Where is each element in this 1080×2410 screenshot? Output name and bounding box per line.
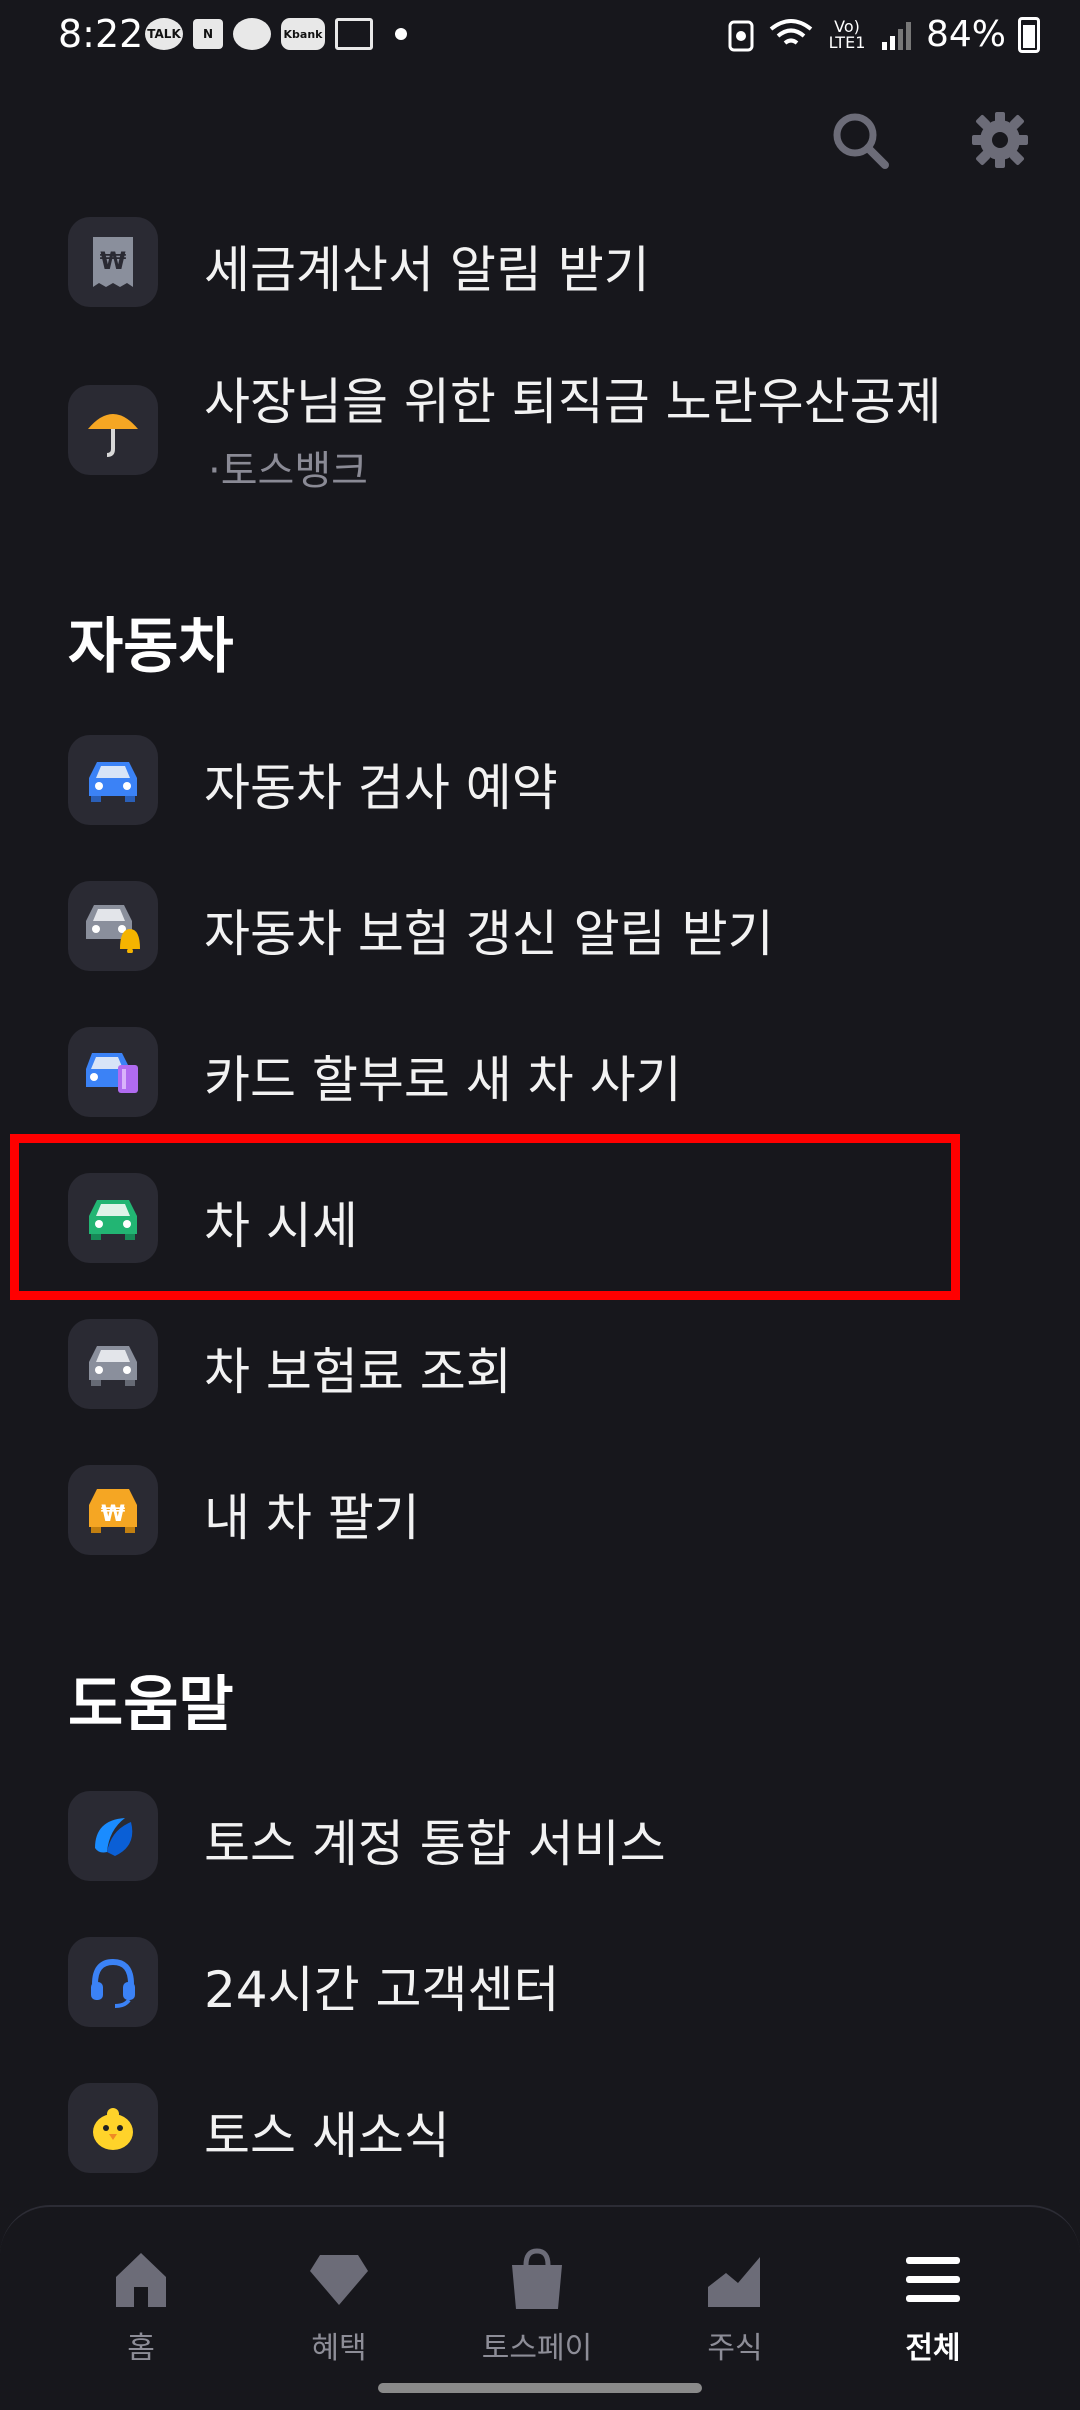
svg-text:₩: ₩ xyxy=(101,1502,125,1527)
headset-icon xyxy=(91,1958,135,2008)
item-label: 24시간 고객센터 xyxy=(204,1961,560,2019)
green-car-icon xyxy=(89,1200,137,1240)
gear-icon xyxy=(972,112,1028,168)
card-icon xyxy=(335,18,373,50)
kakaotalk-icon: TALK xyxy=(145,18,183,50)
nav-stocks[interactable]: 주식 xyxy=(640,2227,830,2377)
nav-label: 주식 xyxy=(707,2331,763,2366)
svg-text:₩: ₩ xyxy=(100,247,127,275)
menu-icon xyxy=(906,2257,960,2302)
list-item-toss-account[interactable]: 토스 계정 통합 서비스 xyxy=(0,1766,1080,1906)
item-label: 세금계산서 알림 받기 xyxy=(204,241,650,299)
naver-icon: N xyxy=(193,19,223,49)
item-icon-box xyxy=(68,735,158,825)
bottom-nav: 홈 혜택 토스페이 주식 전체 xyxy=(0,2205,1080,2410)
car-card-icon xyxy=(86,1053,138,1093)
car-bell-icon xyxy=(86,905,140,953)
item-icon-box xyxy=(68,1027,158,1117)
status-app-icons: TALK N Kbank xyxy=(145,18,407,50)
nav-home[interactable]: 홈 xyxy=(46,2227,236,2377)
recycle-battery-icon xyxy=(728,20,754,51)
nav-tosspay[interactable]: 토스페이 xyxy=(442,2227,632,2377)
status-bar: 8:22 TALK N Kbank Vo) LTE1 84% xyxy=(0,0,1080,72)
home-indicator[interactable] xyxy=(378,2383,702,2393)
network-label: Vo) LTE1 xyxy=(828,16,866,52)
status-time: 8:22 xyxy=(58,12,144,56)
header-actions xyxy=(820,100,1040,180)
nav-label: 혜택 xyxy=(311,2331,367,2366)
nav-benefits[interactable]: 혜택 xyxy=(244,2227,434,2377)
item-label: 차 시세 xyxy=(204,1197,358,1255)
item-icon-box xyxy=(68,1791,158,1881)
battery-percent: 84% xyxy=(925,14,1006,55)
search-icon xyxy=(833,113,889,169)
nav-all[interactable]: 전체 xyxy=(838,2227,1028,2377)
diamond-icon xyxy=(310,2255,368,2305)
settings-button[interactable] xyxy=(960,100,1040,180)
won-car-icon: ₩ xyxy=(89,1489,137,1533)
chick-icon xyxy=(93,2108,133,2150)
item-icon-box: ₩ xyxy=(68,1465,158,1555)
blue-car-icon xyxy=(89,762,137,802)
wifi-icon xyxy=(769,18,813,45)
item-label: 자동차 보험 갱신 알림 받기 xyxy=(204,905,774,963)
umbrella-icon xyxy=(88,414,138,457)
list-item-insurance-quote[interactable]: 차 보험료 조회 xyxy=(0,1294,1080,1434)
item-icon-box xyxy=(68,1173,158,1263)
list-item-toss-news[interactable]: 토스 새소식 xyxy=(0,2058,1080,2198)
item-icon-box: ₩ xyxy=(68,217,158,307)
item-label: 자동차 검사 예약 xyxy=(204,759,558,817)
list-item-sell-my-car[interactable]: ₩ 내 차 팔기 xyxy=(0,1440,1080,1580)
list-item-insurance-renewal[interactable]: 자동차 보험 갱신 알림 받기 xyxy=(0,856,1080,996)
chart-icon xyxy=(708,2257,760,2307)
item-label: 내 차 팔기 xyxy=(204,1489,420,1547)
item-label: 사장님을 위한 퇴직금 노란우산공제 xyxy=(204,373,942,431)
item-icon-box xyxy=(68,1937,158,2027)
list-item-tax-invoice[interactable]: ₩ 세금계산서 알림 받기 xyxy=(0,192,1080,332)
list-item-yellow-umbrella[interactable]: 사장님을 위한 퇴직금 노란우산공제 ·토스뱅크 xyxy=(0,360,1080,510)
item-label: 토스 새소식 xyxy=(204,2107,450,2165)
list-item-customer-center[interactable]: 24시간 고객센터 xyxy=(0,1912,1080,2052)
item-label: 카드 할부로 새 차 사기 xyxy=(204,1051,682,1109)
gray-car-icon xyxy=(89,1346,137,1386)
list-item-car-market-price[interactable]: 차 시세 xyxy=(0,1148,1080,1288)
item-icon-box xyxy=(68,385,158,475)
kbank-icon: Kbank xyxy=(281,18,325,50)
bag-icon xyxy=(512,2248,562,2309)
item-icon-box xyxy=(68,881,158,971)
nav-label: 토스페이 xyxy=(481,2331,593,2366)
item-label: 차 보험료 조회 xyxy=(204,1343,512,1401)
item-icon-box xyxy=(68,1319,158,1409)
item-sublabel: ·토스뱅크 xyxy=(208,448,368,494)
app-swirl-icon xyxy=(233,18,271,50)
notification-dot xyxy=(395,28,407,40)
item-icon-box xyxy=(68,2083,158,2173)
item-label: 토스 계정 통합 서비스 xyxy=(204,1815,666,1873)
home-icon xyxy=(116,2253,166,2307)
status-right: Vo) LTE1 84% xyxy=(726,14,1040,55)
search-button[interactable] xyxy=(820,100,900,180)
list-item-card-installment-car[interactable]: 카드 할부로 새 차 사기 xyxy=(0,1002,1080,1142)
battery-icon xyxy=(1018,16,1040,53)
won-receipt-icon: ₩ xyxy=(93,237,133,287)
toss-logo-icon xyxy=(95,1818,133,1856)
signal-icon xyxy=(881,21,911,50)
list-item-car-inspection[interactable]: 자동차 검사 예약 xyxy=(0,710,1080,850)
section-title-car: 자동차 xyxy=(68,612,234,682)
section-title-help: 도움말 xyxy=(68,1670,234,1740)
nav-label: 전체 xyxy=(905,2331,961,2366)
nav-label: 홈 xyxy=(127,2331,155,2366)
